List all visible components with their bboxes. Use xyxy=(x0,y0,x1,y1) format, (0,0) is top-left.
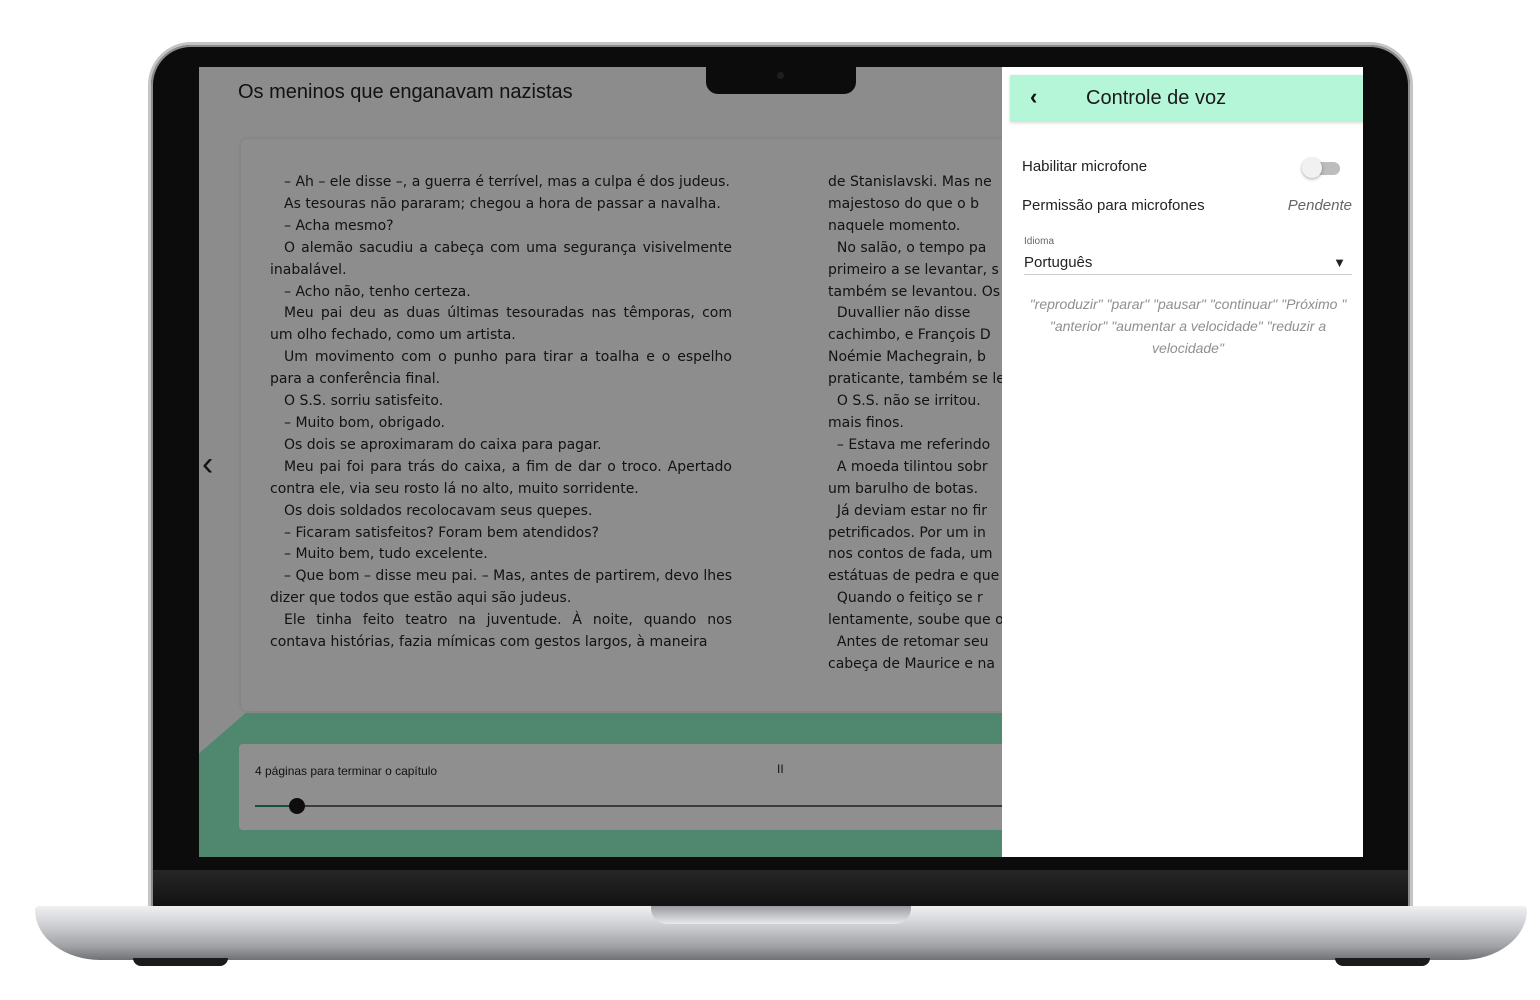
laptop-bezel-bottom xyxy=(153,870,1408,908)
voice-panel-header: ‹ Controle de voz xyxy=(1010,75,1363,122)
language-select[interactable]: Português ▼ xyxy=(1024,251,1352,275)
laptop-foot-left xyxy=(133,958,228,966)
language-field-label: Idioma xyxy=(1024,236,1055,247)
voice-panel-title: Controle de voz xyxy=(1086,87,1227,109)
laptop-screen: Os meninos que enganavam nazistas – Ah –… xyxy=(199,67,1363,857)
toggle-knob xyxy=(1302,158,1322,178)
camera-icon xyxy=(777,72,784,79)
back-button[interactable]: ‹ xyxy=(1030,84,1037,110)
laptop-foot-right xyxy=(1335,958,1430,966)
microphone-permission-status: Pendente xyxy=(1287,197,1352,214)
camera-notch xyxy=(706,58,856,94)
caret-down-icon: ▼ xyxy=(1333,255,1346,270)
microphone-permission-label: Permissão para microfones xyxy=(1022,197,1205,214)
language-select-value: Português xyxy=(1024,254,1093,271)
enable-microphone-toggle[interactable] xyxy=(1302,157,1344,179)
voice-control-panel: ‹ Controle de voz Habilitar microfone Pe… xyxy=(1002,67,1363,857)
enable-microphone-label: Habilitar microfone xyxy=(1022,158,1148,175)
laptop-base-notch xyxy=(651,906,911,924)
voice-commands-hint: "reproduzir" "parar" "pausar" "continuar… xyxy=(1029,296,1347,356)
